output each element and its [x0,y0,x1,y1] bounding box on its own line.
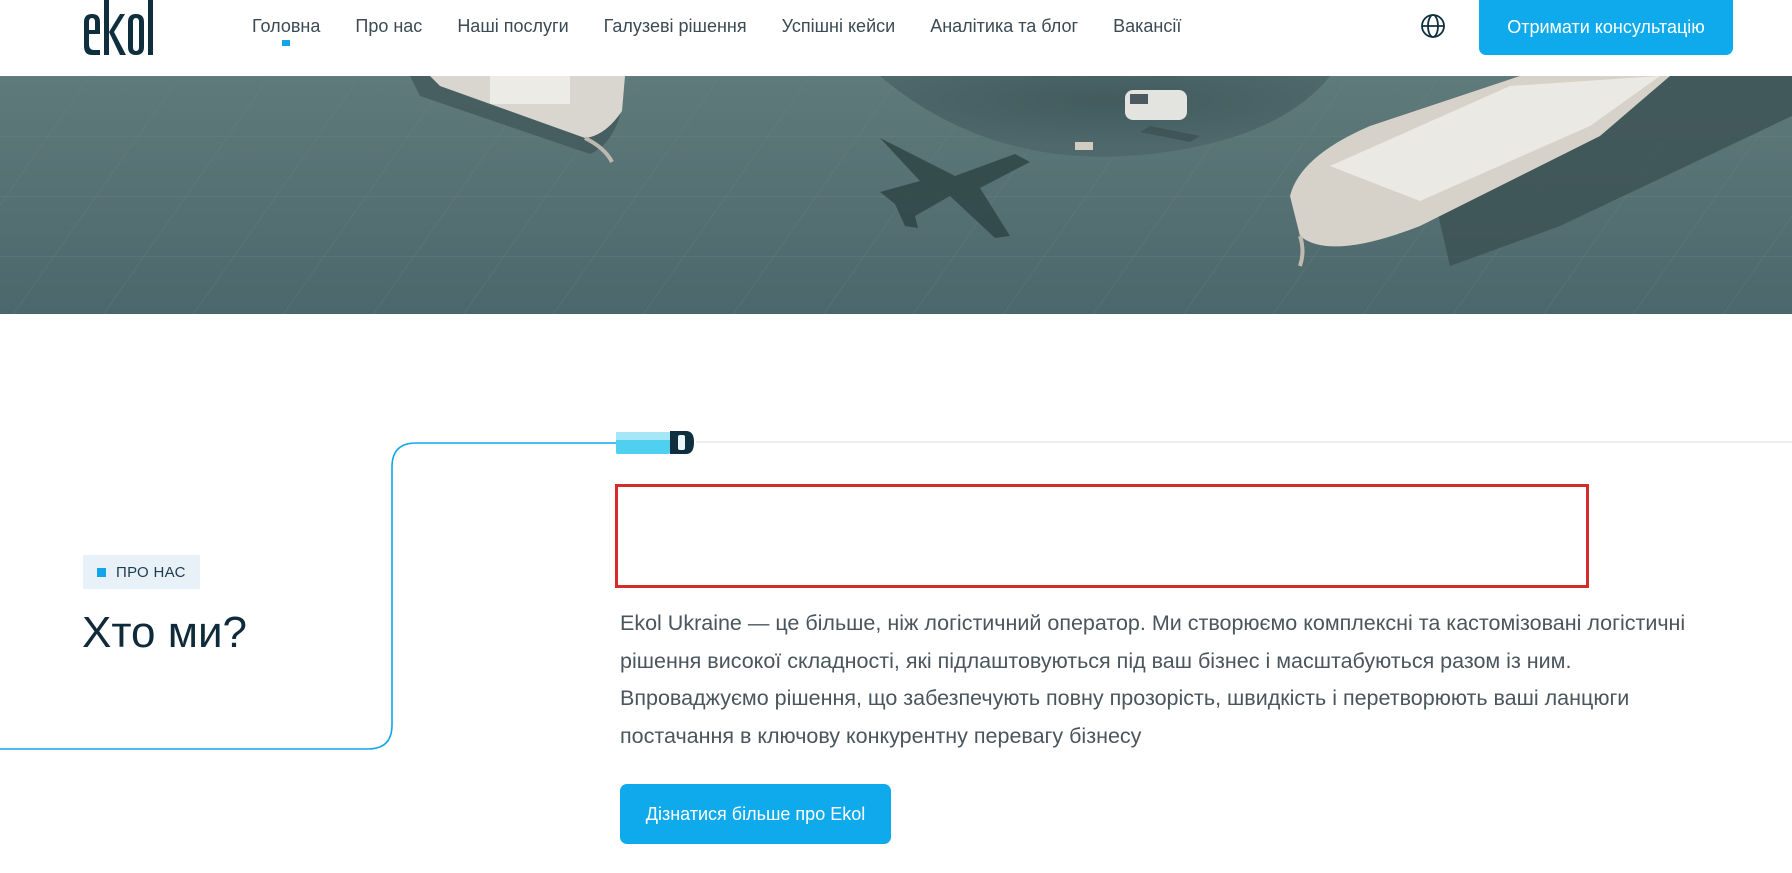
main-nav: Головна Про нас Наші послуги Галузеві рі… [252,14,1216,46]
learn-more-button[interactable]: Дізнатися більше про Ekol [620,784,891,844]
ekol-logo[interactable] [82,0,170,56]
square-icon [97,567,106,577]
nav-about[interactable]: Про нас [355,14,422,38]
highlighted-region [615,484,1589,588]
site-header: Головна Про нас Наші послуги Галузеві рі… [0,0,1792,76]
nav-cases[interactable]: Успішні кейси [782,14,896,38]
nav-home[interactable]: Головна [252,14,320,46]
truck-icon [616,428,696,456]
globe-icon[interactable] [1420,13,1446,39]
nav-services[interactable]: Наші послуги [457,14,568,38]
section-badge: ПРО НАС [83,555,200,589]
about-description: Ekol Ukraine — це більше, ніж логістични… [620,611,1686,748]
nav-vacancies[interactable]: Вакансії [1113,14,1181,38]
nav-industry-solutions[interactable]: Галузеві рішення [604,14,747,38]
get-consultation-button[interactable]: Отримати консультацію [1479,0,1733,55]
active-indicator [282,40,291,46]
section-title: Хто ми? [82,608,247,657]
nav-blog[interactable]: Аналітика та блог [930,14,1078,38]
badge-label: ПРО НАС [116,563,186,581]
